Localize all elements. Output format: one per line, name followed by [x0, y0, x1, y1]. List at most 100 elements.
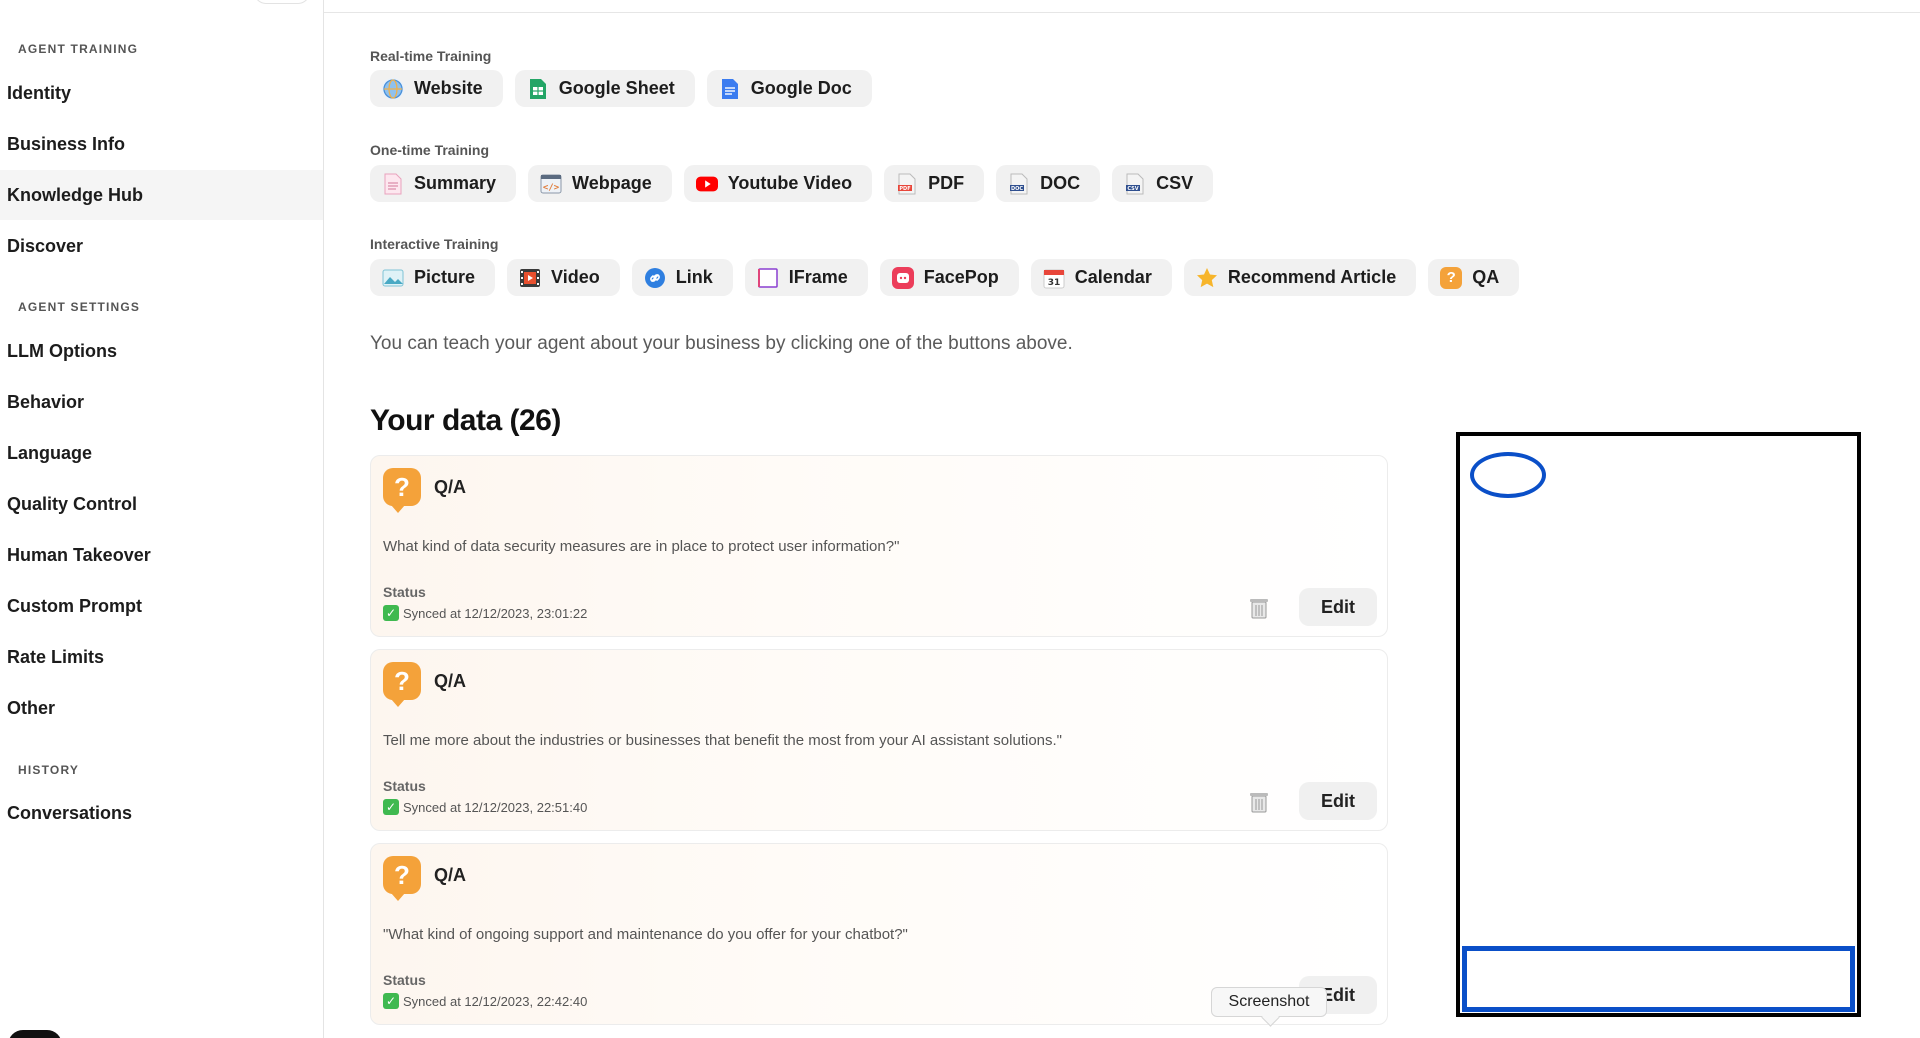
card-type: Q/A — [434, 671, 467, 691]
film-icon — [519, 267, 541, 289]
sidebar-item-other[interactable]: Other — [0, 683, 323, 733]
realtime-training-title: Real-time Training — [370, 48, 492, 64]
sidebar: AGENT TRAINING Identity Business Info Kn… — [0, 0, 324, 1038]
sidebar-item-rate-limits[interactable]: Rate Limits — [0, 632, 323, 682]
interactive-training-chips: Picture Video Link IFrame FacePop 31 Cal… — [370, 259, 1520, 296]
svg-text:</>: </> — [543, 183, 560, 193]
google-sheet-label: Google Sheet — [558, 78, 675, 98]
webpage-label: Webpage — [572, 173, 652, 193]
check-icon: ✓ — [383, 993, 399, 1009]
pdf-file-icon: PDF — [896, 173, 918, 195]
picture-button[interactable]: Picture — [370, 259, 496, 296]
sidebar-item-custom-prompt[interactable]: Custom Prompt — [0, 581, 323, 631]
doc-button[interactable]: DOC DOC — [996, 165, 1101, 202]
check-icon: ✓ — [383, 605, 399, 621]
csv-button[interactable]: CSV CSV — [1112, 165, 1214, 202]
link-icon — [644, 267, 666, 289]
globe-icon — [382, 77, 404, 100]
status-label: Status — [383, 972, 426, 988]
video-label: Video — [551, 267, 600, 287]
section-title-agent-settings: AGENT SETTINGS — [18, 300, 141, 314]
screenshot-tooltip: Screenshot — [1211, 987, 1327, 1017]
status-value: ✓ Synced at 12/12/2023, 22:51:40 — [383, 799, 587, 815]
question-badge-icon: ? — [383, 468, 421, 513]
onetime-training-chips: Summary </> Webpage Youtube Video PDF PD… — [370, 165, 1214, 202]
webpage-button[interactable]: </> Webpage — [528, 165, 672, 202]
section-title-agent-training: AGENT TRAINING — [18, 42, 139, 56]
status-label: Status — [383, 584, 426, 600]
summary-button[interactable]: Summary — [370, 165, 517, 202]
recommend-article-button[interactable]: Recommend Article — [1183, 259, 1417, 296]
youtube-video-button[interactable]: Youtube Video — [683, 165, 873, 202]
iframe-icon — [757, 267, 779, 289]
youtube-icon — [695, 173, 718, 195]
sidebar-item-language[interactable]: Language — [0, 428, 323, 478]
card-question: What kind of data security measures are … — [383, 538, 900, 555]
status-label: Status — [383, 778, 426, 794]
website-button[interactable]: Website — [370, 70, 503, 107]
sidebar-item-human-takeover[interactable]: Human Takeover — [0, 530, 323, 580]
card-question: "What kind of ongoing support and mainte… — [383, 926, 908, 943]
trash-icon[interactable] — [1247, 790, 1271, 814]
pdf-button[interactable]: PDF PDF — [884, 165, 985, 202]
widget-input-area[interactable] — [1462, 946, 1855, 1012]
corner-launcher[interactable] — [8, 1030, 62, 1038]
helper-text: You can teach your agent about your busi… — [370, 333, 1073, 354]
sidebar-item-behavior[interactable]: Behavior — [0, 377, 323, 427]
your-data-heading: Your data (26) — [370, 404, 561, 437]
csv-file-icon: CSV — [1124, 173, 1146, 195]
knowledge-hub-main: Real-time Training Website Google Sheet … — [370, 0, 1530, 1038]
edit-button[interactable]: Edit — [1299, 588, 1377, 626]
google-sheet-button[interactable]: Google Sheet — [514, 70, 695, 107]
sidebar-item-knowledge-hub[interactable]: Knowledge Hub — [0, 170, 323, 220]
iframe-button[interactable]: IFrame — [744, 259, 868, 296]
summary-icon — [382, 173, 404, 195]
trash-icon[interactable] — [1247, 596, 1271, 620]
google-doc-icon — [719, 78, 741, 100]
sidebar-item-identity[interactable]: Identity — [0, 68, 323, 118]
website-label: Website — [414, 78, 483, 98]
sidebar-item-discover[interactable]: Discover — [0, 221, 323, 271]
calendar-button[interactable]: 31 Calendar — [1030, 259, 1172, 296]
edit-button[interactable]: Edit — [1299, 782, 1377, 820]
status-text: Synced at 12/12/2023, 22:42:40 — [403, 993, 588, 1009]
link-button[interactable]: Link — [631, 259, 733, 296]
question-badge-icon: ? — [383, 662, 421, 707]
qa-icon: ? — [1440, 266, 1463, 289]
picture-label: Picture — [414, 267, 476, 287]
youtube-video-label: Youtube Video — [727, 173, 853, 193]
csv-label: CSV — [1156, 173, 1194, 193]
google-sheet-icon — [527, 78, 549, 100]
sidebar-item-quality-control[interactable]: Quality Control — [0, 479, 323, 529]
recommend-article-label: Recommend Article — [1227, 267, 1397, 287]
card-question: Tell me more about the industries or bus… — [383, 732, 1062, 749]
star-icon — [1196, 267, 1218, 289]
card-type: Q/A — [434, 865, 467, 885]
data-card: ? Q/A Tell me more about the industries … — [370, 649, 1388, 831]
sidebar-item-llm-options[interactable]: LLM Options — [0, 326, 323, 376]
section-title-history: HISTORY — [18, 763, 80, 777]
sidebar-item-business-info[interactable]: Business Info — [0, 119, 323, 169]
doc-file-icon: DOC — [1008, 173, 1030, 195]
status-value: ✓ Synced at 12/12/2023, 22:42:40 — [383, 993, 587, 1009]
status-value: ✓ Synced at 12/12/2023, 23:01:22 — [383, 605, 587, 621]
svg-text:PDF: PDF — [899, 186, 910, 192]
qa-button[interactable]: ? QA — [1428, 259, 1520, 296]
sidebar-item-conversations[interactable]: Conversations — [0, 788, 323, 838]
facepop-button[interactable]: FacePop — [879, 259, 1019, 296]
calendar-icon: 31 — [1043, 267, 1065, 289]
video-button[interactable]: Video — [507, 259, 620, 296]
qa-label: QA — [1472, 267, 1500, 287]
question-badge-icon: ? — [383, 856, 421, 901]
onetime-training-title: One-time Training — [370, 142, 490, 158]
calendar-label: Calendar — [1074, 267, 1152, 287]
interactive-training-title: Interactive Training — [370, 236, 499, 252]
status-text: Synced at 12/12/2023, 23:01:22 — [403, 605, 588, 621]
facepop-icon — [891, 266, 914, 289]
picture-icon — [382, 267, 404, 289]
widget-avatar-placeholder — [1470, 452, 1546, 498]
google-doc-button[interactable]: Google Doc — [706, 70, 872, 107]
data-card: ? Q/A What kind of data security measure… — [370, 455, 1388, 637]
webpage-code-icon: </> — [540, 173, 562, 195]
google-doc-label: Google Doc — [750, 78, 852, 98]
